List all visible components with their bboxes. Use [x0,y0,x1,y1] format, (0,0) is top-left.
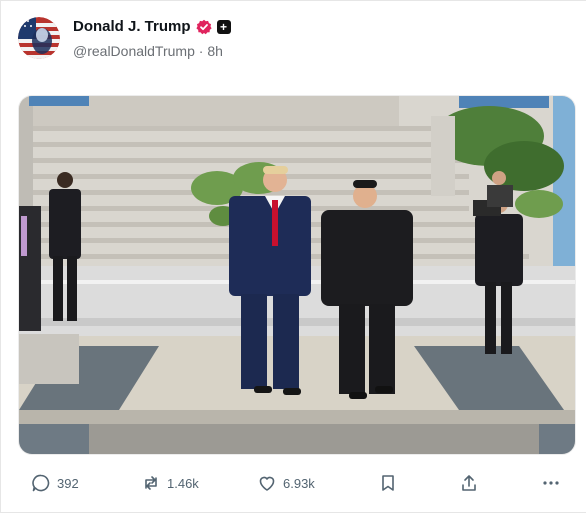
subscriber-plus-icon: + [216,19,231,34]
repost-count: 1.46k [167,475,199,491]
author-handle[interactable]: @realDonaldTrump [73,43,195,59]
photo-illustration [19,96,575,454]
post-time[interactable]: 8h [207,43,223,59]
verified-badge-icon [195,19,212,35]
reply-icon [31,473,51,493]
avatar[interactable] [18,17,60,59]
bookmark-icon [378,473,398,493]
share-button[interactable] [459,473,479,493]
action-bar: 392 1.46k 6.93k [1,473,588,501]
like-count: 6.93k [283,475,315,491]
post-card: Donald J. Trump + @realDonaldTrump · 8h [0,0,586,513]
reply-button[interactable]: 392 [31,473,79,493]
author-meta: @realDonaldTrump · 8h [73,43,223,59]
bookmark-button[interactable] [378,473,398,493]
like-button[interactable]: 6.93k [257,473,315,493]
author-name-row: Donald J. Trump + [73,18,231,35]
repost-icon [141,473,161,493]
display-name[interactable]: Donald J. Trump [73,18,191,35]
share-icon [459,473,479,493]
reply-count: 392 [57,475,79,491]
post-image[interactable] [18,95,576,455]
more-icon [541,473,561,493]
repost-button[interactable]: 1.46k [141,473,199,493]
more-button[interactable] [541,473,561,493]
heart-icon [257,473,277,493]
meta-separator: · [198,43,204,59]
